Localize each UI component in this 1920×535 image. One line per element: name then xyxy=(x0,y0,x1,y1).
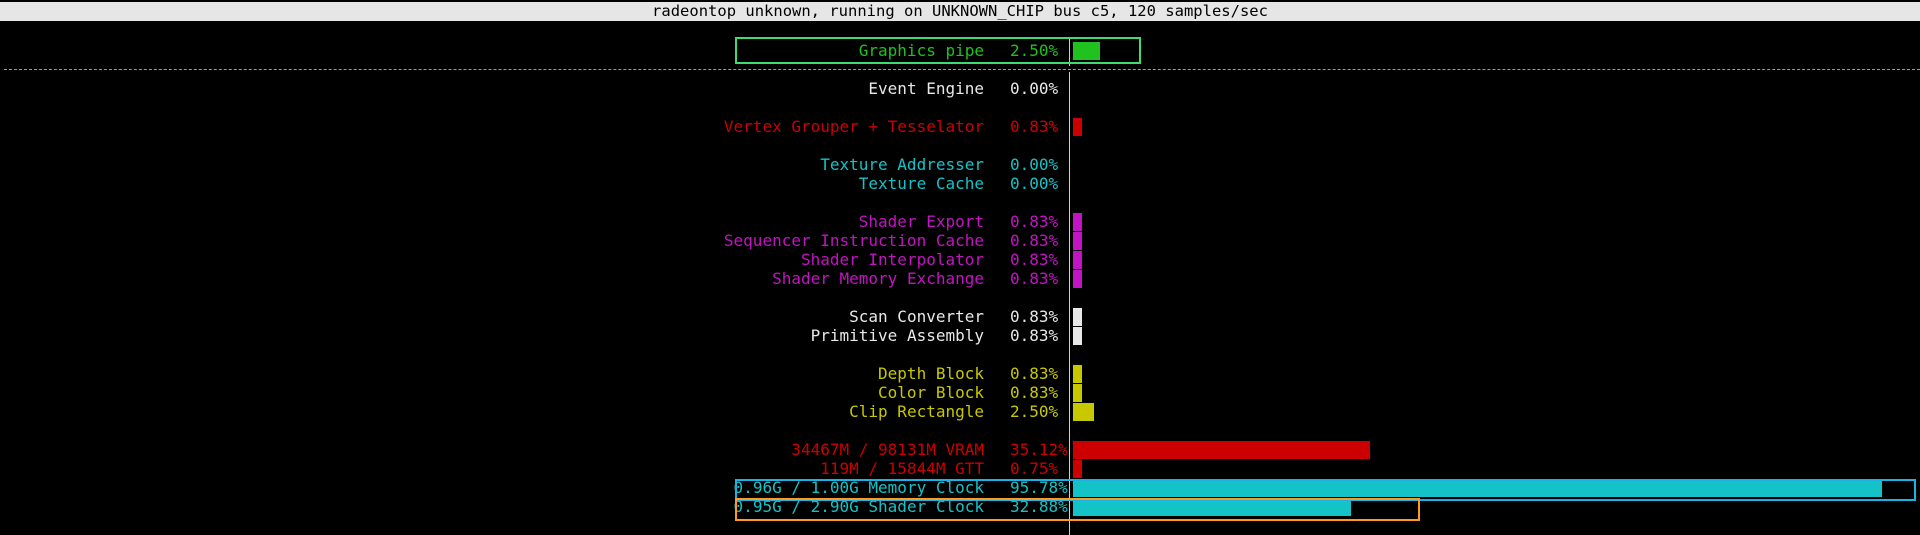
block-percent: 0.00% xyxy=(1010,174,1059,193)
block-label: Event Engine xyxy=(868,79,984,98)
block-label: Scan Converter xyxy=(849,307,984,326)
row-shader-interpolator: Shader Interpolator 0.83% xyxy=(0,250,1920,269)
row-scan-converter: Scan Converter 0.83% xyxy=(0,307,1920,326)
block-bar xyxy=(1073,118,1082,136)
row-primitive-assembly: Primitive Assembly 0.83% xyxy=(0,326,1920,345)
block-percent: 0.83% xyxy=(1010,307,1059,326)
block-bar xyxy=(1073,270,1082,288)
block-percent: 0.83% xyxy=(1010,212,1059,231)
block-label: Vertex Grouper + Tesselator xyxy=(723,117,984,136)
block-percent: 0.75% xyxy=(1010,459,1059,478)
block-bar xyxy=(1073,403,1094,421)
block-percent: 0.83% xyxy=(1010,326,1059,345)
row-color-block: Color Block 0.83% xyxy=(0,383,1920,402)
row-shader-memory-exchange: Shader Memory Exchange 0.83% xyxy=(0,269,1920,288)
block-bar xyxy=(1073,384,1082,402)
block-label: Color Block xyxy=(878,383,984,402)
block-percent: 0.83% xyxy=(1010,364,1059,383)
block-label: Primitive Assembly xyxy=(810,326,984,345)
row-34467m-98131m-vram: 34467M / 98131M VRAM 35.12% xyxy=(0,440,1920,459)
row-event-engine: Event Engine 0.00% xyxy=(0,79,1920,98)
block-percent: 0.83% xyxy=(1010,269,1059,288)
block-percent: 35.12% xyxy=(1010,440,1068,459)
block-percent: 0.83% xyxy=(1010,117,1059,136)
row-texture-cache: Texture Cache 0.00% xyxy=(0,174,1920,193)
block-bar xyxy=(1073,308,1082,326)
block-bar xyxy=(1073,251,1082,269)
row-vertex-grouper-tesselator: Vertex Grouper + Tesselator 0.83% xyxy=(0,117,1920,136)
block-label: Shader Interpolator xyxy=(800,250,984,269)
row-119m-15844m-gtt: 119M / 15844M GTT 0.75% xyxy=(0,459,1920,478)
row-depth-block: Depth Block 0.83% xyxy=(0,364,1920,383)
block-label: Sequencer Instruction Cache xyxy=(723,231,984,250)
block-label: 119M / 15844M GTT xyxy=(820,459,984,478)
block-bar xyxy=(1073,232,1082,250)
block-bar xyxy=(1073,213,1082,231)
block-label: Clip Rectangle xyxy=(849,402,984,421)
block-percent: 0.00% xyxy=(1010,155,1059,174)
block-percent: 0.83% xyxy=(1010,231,1059,250)
window-title: radeontop unknown, running on UNKNOWN_CH… xyxy=(0,2,1920,21)
row-clip-rectangle: Clip Rectangle 2.50% xyxy=(0,402,1920,421)
block-bar xyxy=(1073,460,1082,478)
block-label: Texture Cache xyxy=(858,174,984,193)
separator-line xyxy=(4,69,1920,70)
block-bar xyxy=(1073,441,1370,459)
block-percent: 0.83% xyxy=(1010,250,1059,269)
block-bar xyxy=(1073,327,1082,345)
block-label: 34467M / 98131M VRAM xyxy=(791,440,984,459)
block-percent: 2.50% xyxy=(1010,402,1059,421)
row-shader-export: Shader Export 0.83% xyxy=(0,212,1920,231)
block-label: Texture Addresser xyxy=(820,155,984,174)
highlight-box-shader-clock xyxy=(735,498,1420,521)
row-sequencer-instruction-cache: Sequencer Instruction Cache 0.83% xyxy=(0,231,1920,250)
row-texture-addresser: Texture Addresser 0.00% xyxy=(0,155,1920,174)
block-percent: 0.00% xyxy=(1010,79,1059,98)
block-bar xyxy=(1073,365,1082,383)
block-label: Shader Memory Exchange xyxy=(772,269,984,288)
block-percent: 0.83% xyxy=(1010,383,1059,402)
highlight-box-graphics-pipe xyxy=(735,37,1141,64)
block-label: Depth Block xyxy=(878,364,984,383)
block-label: Shader Export xyxy=(858,212,984,231)
